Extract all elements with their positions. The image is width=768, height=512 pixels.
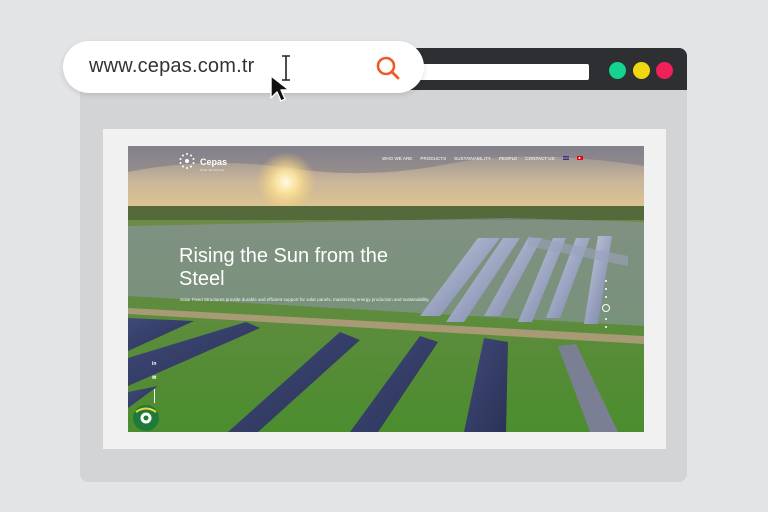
hero-title: Rising the Sun from the Steel <box>179 245 388 290</box>
slider-pagination <box>602 280 610 328</box>
url-text[interactable]: www.cepas.com.tr <box>89 55 254 78</box>
nav-sustainability[interactable]: SUSTAINABILITY <box>454 156 491 161</box>
yellow-window-control[interactable] <box>633 62 650 79</box>
site-nav: WHO WE ARE PRODUCTS SUSTAINABILITY PEOPL… <box>382 156 583 161</box>
linkedin-icon[interactable]: in <box>152 361 156 367</box>
search-icon[interactable] <box>375 55 401 81</box>
nav-contact-us[interactable]: CONTACT US <box>525 156 554 161</box>
address-bar[interactable]: www.cepas.com.tr <box>63 41 424 93</box>
nav-people[interactable]: PEOPLE <box>499 156 517 161</box>
slide-dot-active[interactable] <box>602 304 610 312</box>
slide-dot[interactable] <box>605 296 607 298</box>
email-icon[interactable]: ✉ <box>152 375 156 381</box>
arrow-cursor-icon <box>270 75 290 102</box>
cepas-logo[interactable]: Cepas Solar Structures <box>178 150 227 172</box>
slide-dot[interactable] <box>605 288 607 290</box>
slide-dot[interactable] <box>605 318 607 320</box>
turkish-flag-icon[interactable] <box>576 156 583 160</box>
logo-name: Cepas <box>200 157 228 167</box>
social-links: in ✉ <box>152 361 156 403</box>
sun-logo-icon <box>179 153 195 169</box>
slide-dot[interactable] <box>605 326 607 328</box>
nav-who-we-are[interactable]: WHO WE ARE <box>382 156 412 161</box>
red-window-control[interactable] <box>656 62 673 79</box>
english-flag-icon[interactable] <box>562 156 569 160</box>
we-are-here-badge[interactable] <box>132 404 160 432</box>
website-preview: Cepas Solar Structures WHO WE ARE PRODUC… <box>128 146 644 432</box>
browser-tab-field[interactable] <box>414 64 589 80</box>
hero-description: Solar Fixed Structures provide durable a… <box>180 297 430 302</box>
logo-tagline: Solar Structures <box>200 168 225 172</box>
slide-dot[interactable] <box>605 280 607 282</box>
nav-products[interactable]: PRODUCTS <box>420 156 446 161</box>
social-divider <box>153 389 155 403</box>
green-window-control[interactable] <box>609 62 626 79</box>
